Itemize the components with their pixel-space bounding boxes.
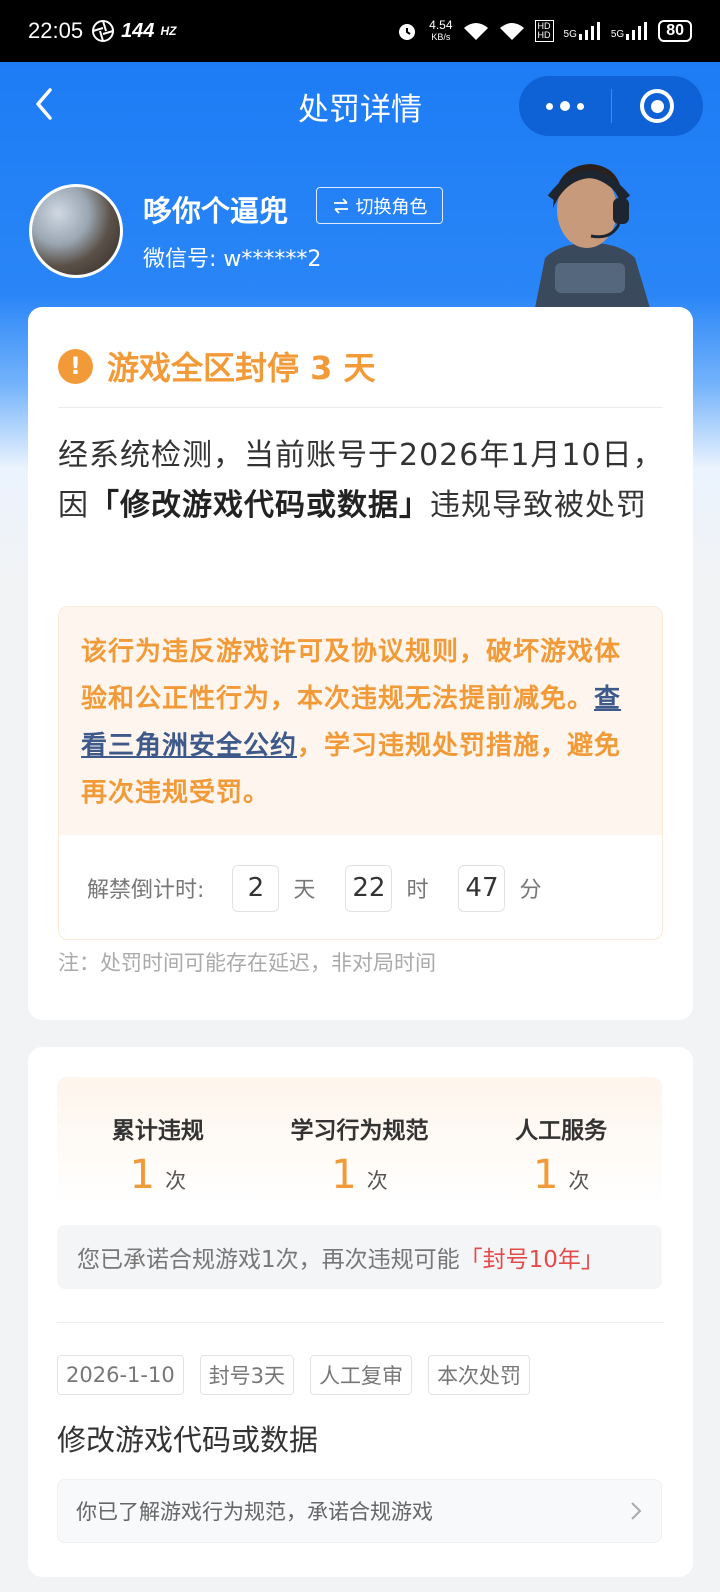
status-time: 22:05 <box>28 18 84 43</box>
stat-label: 学习行为规范 <box>290 1118 429 1144</box>
divider <box>58 407 663 408</box>
wifi-icon <box>463 23 488 40</box>
refresh-rate-unit: HZ <box>160 24 177 38</box>
minutes-unit: 分 <box>519 878 542 903</box>
avatar <box>29 184 123 278</box>
stat-learn-norms: 学习行为规范 1次 <box>259 1077 461 1207</box>
stat-human-service: 人工服务 1次 <box>460 1077 662 1207</box>
unban-countdown: 解禁倒计时: 2 天 22 时 47 分 <box>59 835 662 939</box>
notice-box: 该行为违反游戏许可及协议规则，破坏游戏体验和公正性行为，本次违规无法提前减免。查… <box>58 606 663 940</box>
character-illustration <box>535 164 650 308</box>
tag-duration: 封号3天 <box>199 1355 295 1395</box>
status-icons: 4.54 KB/s HD HD 5G 5G 80 <box>395 19 692 43</box>
countdown-label: 解禁倒计时: <box>87 878 205 903</box>
learn-norms-row[interactable]: 你已了解游戏行为规范，承诺合规游戏 <box>57 1479 662 1543</box>
chevron-right-icon <box>631 1502 642 1520</box>
stat-unit: 次 <box>165 1169 187 1193</box>
net-speed: 4.54 KB/s <box>429 19 452 43</box>
penalty-title: 游戏全区封停 3 天 <box>107 349 376 387</box>
stat-unit: 次 <box>366 1169 388 1193</box>
stat-label: 人工服务 <box>515 1118 608 1144</box>
more-icon[interactable] <box>519 101 611 111</box>
record-tags: 2026-1-10 封号3天 人工复审 本次处罚 <box>57 1355 531 1395</box>
stat-label: 累计违规 <box>111 1118 204 1144</box>
penalty-header: ! 游戏全区封停 3 天 <box>58 343 376 389</box>
stat-value: 1 <box>129 1152 156 1198</box>
battery-icon: 80 <box>658 20 692 42</box>
countdown-hours: 22 <box>345 864 393 912</box>
status-bar: 22:05 144 HZ 4.54 KB/s HD HD 5G 5G 80 <box>0 0 720 62</box>
countdown-minutes: 47 <box>458 864 506 912</box>
violation-name: 「修改游戏代码或数据」 <box>89 488 430 523</box>
stat-value: 1 <box>532 1152 559 1198</box>
stat-value: 1 <box>331 1152 357 1198</box>
delay-note: 注：处罚时间可能存在延迟，非对局时间 <box>58 951 436 975</box>
promise-text: 您已承诺合规游戏1次，再次违规可能 <box>77 1247 460 1273</box>
promise-banner: 您已承诺合规游戏1次，再次违规可能 「封号10年」 <box>57 1225 662 1289</box>
switch-role-label: 切换角色 <box>355 196 428 218</box>
violation-title: 修改游戏代码或数据 <box>57 1423 319 1457</box>
desc-suffix: 违规导致被处罚 <box>430 488 647 523</box>
divider <box>57 1322 664 1323</box>
notice-prefix: 该行为违反游戏许可及协议规则，破坏游戏体验和公正性行为，本次违规无法提前减免。 <box>81 637 622 714</box>
stat-total-violations: 累计违规 1次 <box>57 1077 259 1207</box>
penalty-card: ! 游戏全区封停 3 天 经系统检测，当前账号于2026年1月10日，因「修改游… <box>28 307 693 1020</box>
learn-text: 你已了解游戏行为规范，承诺合规游戏 <box>76 1500 433 1524</box>
switch-role-button[interactable]: 切换角色 <box>316 187 443 224</box>
tag-date: 2026-1-10 <box>57 1355 184 1395</box>
alarm-icon <box>399 24 416 40</box>
days-unit: 天 <box>293 878 316 903</box>
wifi-icon-2 <box>499 23 524 40</box>
signal-label-2: 5G <box>610 29 625 40</box>
notice-text: 该行为违反游戏许可及协议规则，破坏游戏体验和公正性行为，本次违规无法提前减免。查… <box>59 607 662 835</box>
stat-unit: 次 <box>568 1169 590 1193</box>
net-speed-value: 4.54 <box>429 18 453 32</box>
refresh-rate: 144 HZ <box>91 19 176 43</box>
signal-5g-1: 5G <box>564 22 601 40</box>
tag-review: 人工复审 <box>310 1355 413 1395</box>
hd-icon: HD HD <box>534 20 554 42</box>
penalty-description: 经系统检测，当前账号于2026年1月10日，因「修改游戏代码或数据」违规导致被处… <box>58 431 668 531</box>
stats-panel: 累计违规 1次 学习行为规范 1次 人工服务 1次 <box>57 1077 662 1207</box>
tag-current: 本次处罚 <box>428 1355 531 1395</box>
miniprogram-capsule <box>519 76 703 136</box>
warning-icon: ! <box>58 348 93 384</box>
username: 哆你个逼兜 <box>143 194 289 228</box>
net-speed-unit: KB/s <box>431 32 451 42</box>
history-card: 累计违规 1次 学习行为规范 1次 人工服务 1次 您已承诺合规游戏1次，再次违… <box>28 1047 693 1577</box>
wechat-id: 微信号: w******2 <box>143 247 322 272</box>
signal-label-1: 5G <box>563 29 577 40</box>
signal-bars-icon-2 <box>626 22 648 40</box>
refresh-rate-value: 144 <box>121 19 155 42</box>
swap-icon <box>333 197 348 214</box>
signal-5g-2: 5G <box>611 22 648 40</box>
hours-unit: 时 <box>406 878 429 903</box>
aperture-icon <box>92 20 115 42</box>
countdown-days: 2 <box>232 864 280 912</box>
nav-bar: 处罚详情 <box>0 62 720 146</box>
promise-warning: 「封号10年」 <box>459 1247 604 1273</box>
signal-bars-icon <box>578 22 600 40</box>
close-miniprogram-icon[interactable] <box>612 89 704 123</box>
battery-level: 80 <box>666 22 684 39</box>
